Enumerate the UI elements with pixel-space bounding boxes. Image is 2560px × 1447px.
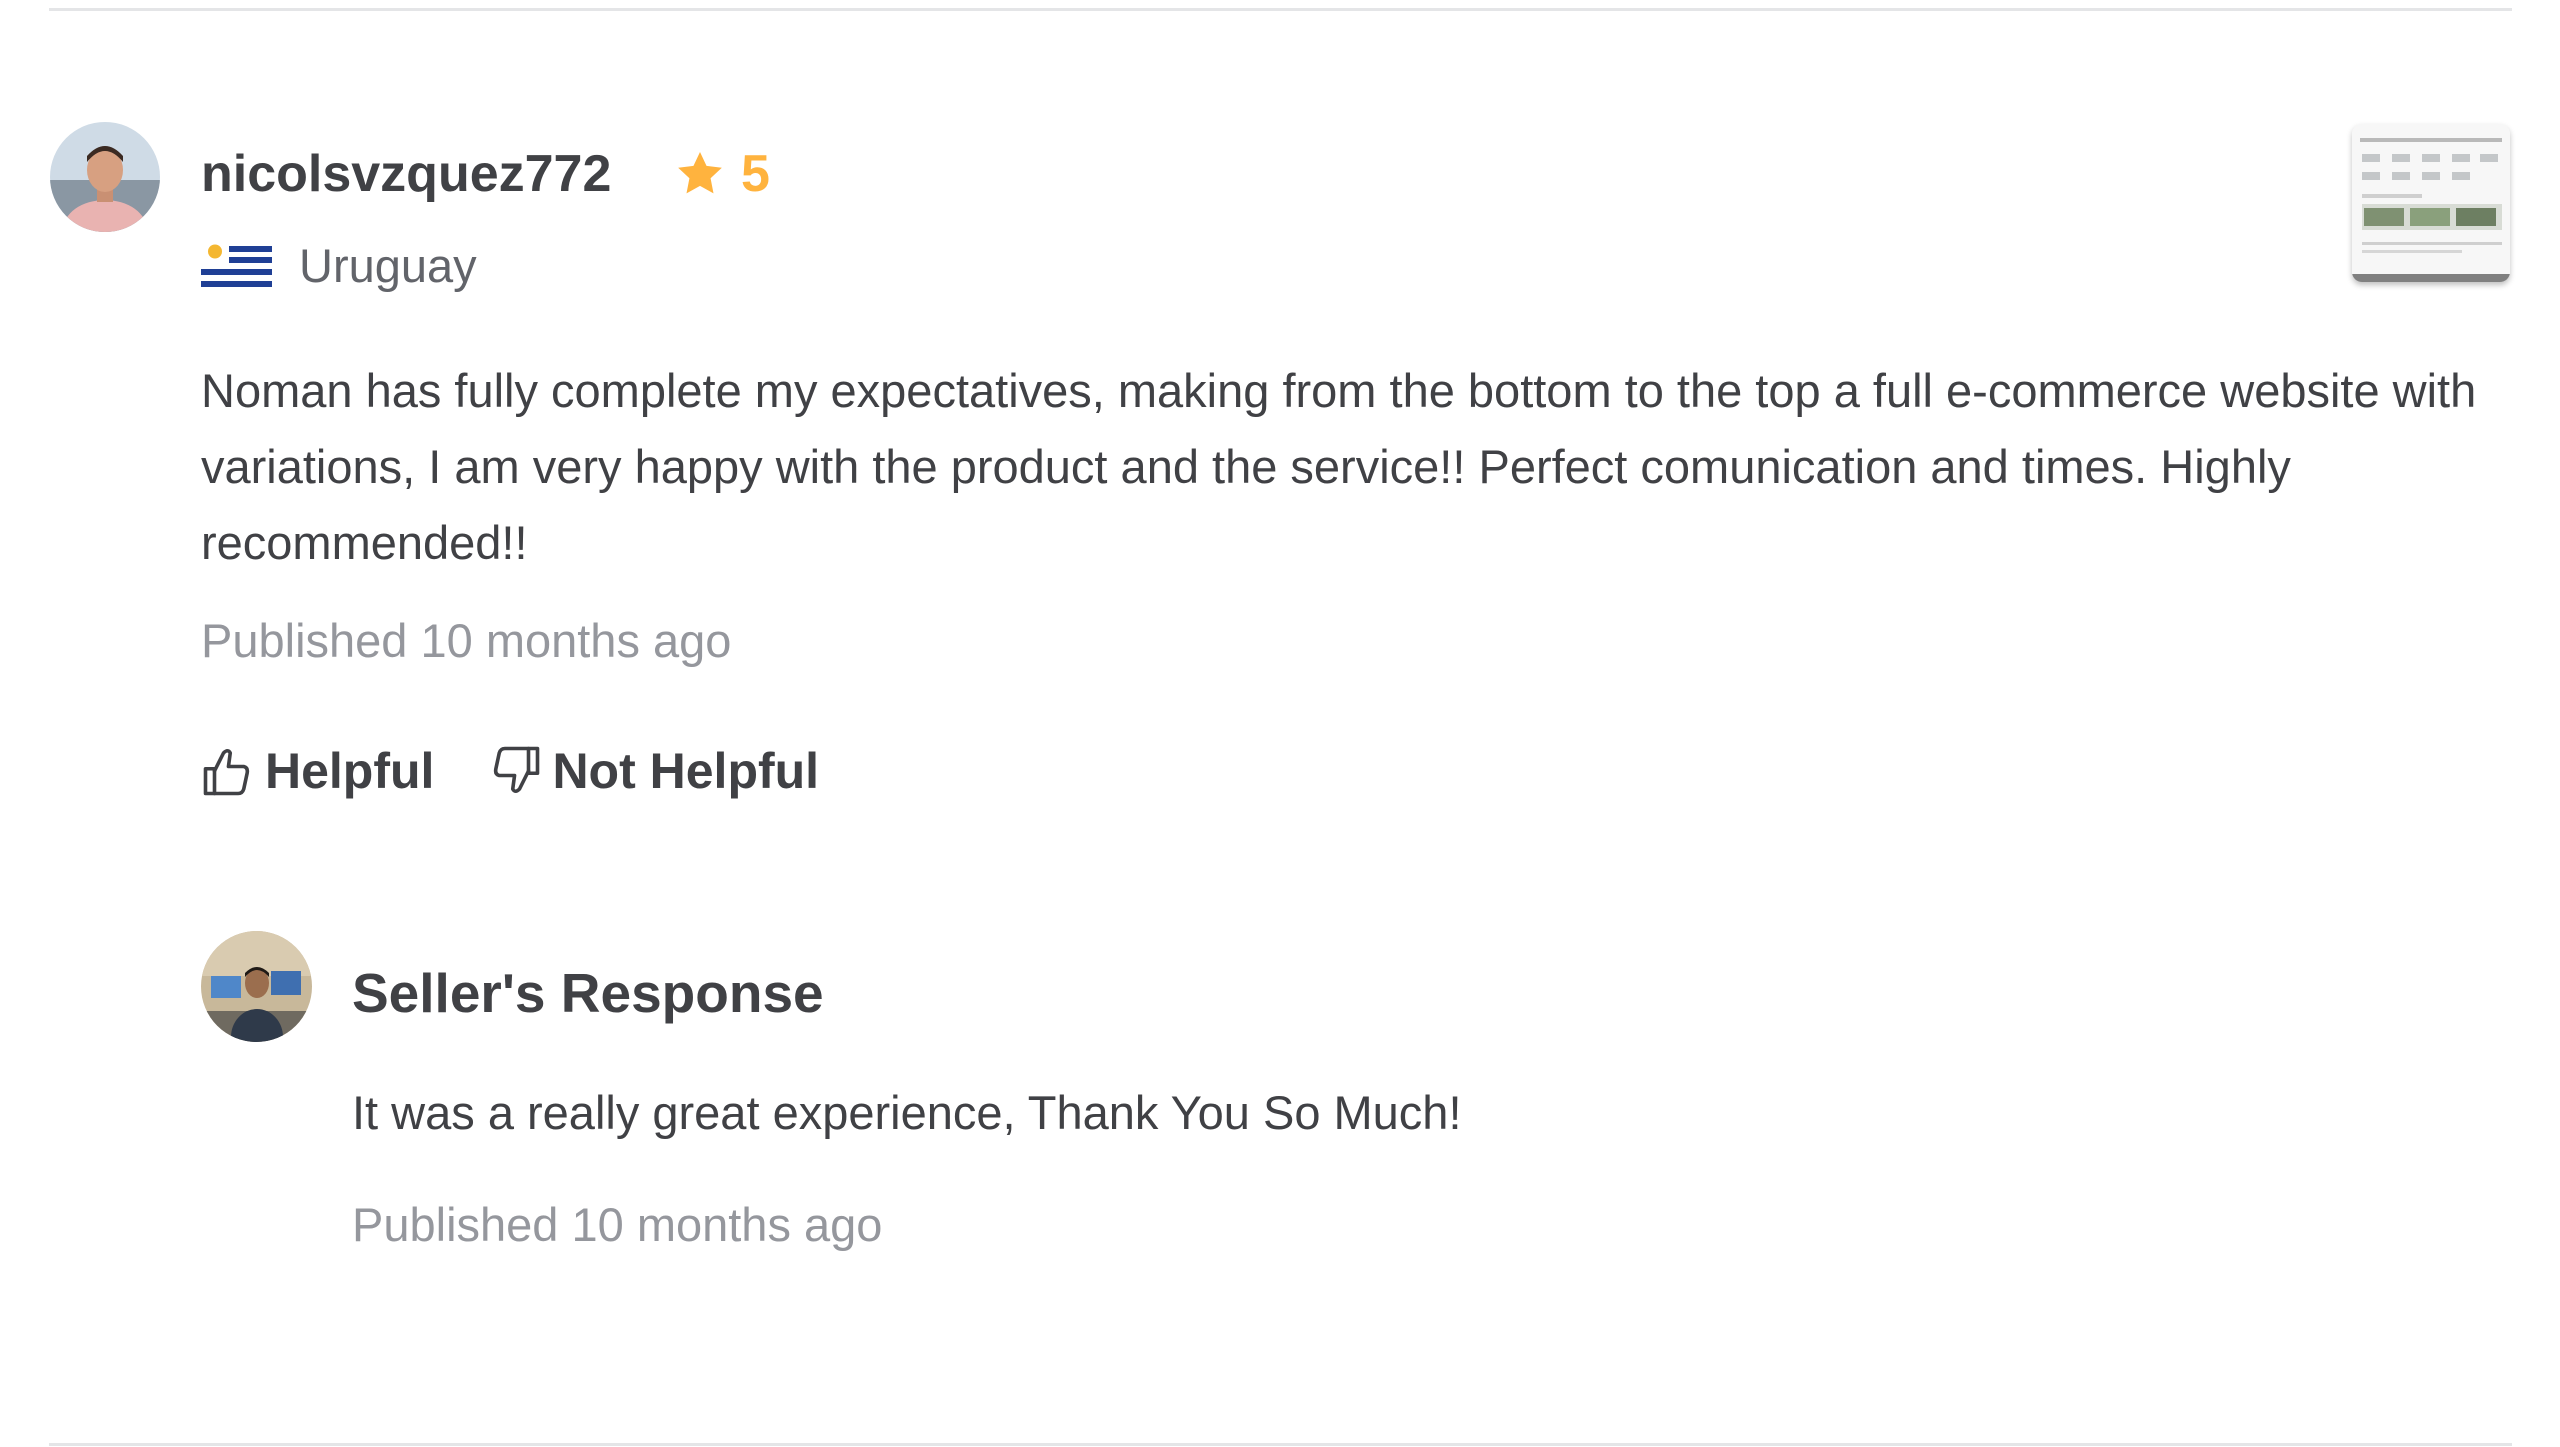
seller-response-text: It was a really great experience, Thank … — [352, 1086, 1462, 1139]
review-published-date: Published 10 months ago — [201, 614, 732, 667]
not-helpful-button[interactable]: Not Helpful — [488, 742, 819, 800]
rating-value: 5 — [741, 145, 770, 203]
reviewer-username[interactable]: nicolsvzquez772 — [201, 143, 611, 205]
top-divider — [49, 8, 2512, 11]
helpful-label: Helpful — [265, 743, 435, 799]
bottom-divider — [49, 1443, 2512, 1446]
review-text: Noman has fully complete my expectatives… — [201, 364, 2477, 569]
thumbs-up-icon — [203, 748, 250, 796]
not-helpful-label: Not Helpful — [552, 743, 820, 799]
uruguay-flag-icon — [201, 240, 272, 292]
portfolio-thumbnail[interactable] — [2352, 124, 2510, 282]
country-name: Uruguay — [299, 239, 477, 292]
thumbs-down-icon — [494, 746, 540, 794]
review-feedback-actions: Helpful Not Helpful — [201, 742, 819, 800]
seller-response-published-date: Published 10 months ago — [352, 1198, 883, 1251]
reviewer-country: Uruguay — [201, 236, 477, 296]
seller-avatar[interactable] — [201, 931, 312, 1042]
reviewer-avatar[interactable] — [50, 122, 160, 232]
seller-response-title: Seller's Response — [352, 962, 824, 1024]
star-icon — [678, 151, 722, 194]
helpful-button[interactable]: Helpful — [201, 742, 434, 800]
review-rating: 5 — [673, 143, 770, 205]
